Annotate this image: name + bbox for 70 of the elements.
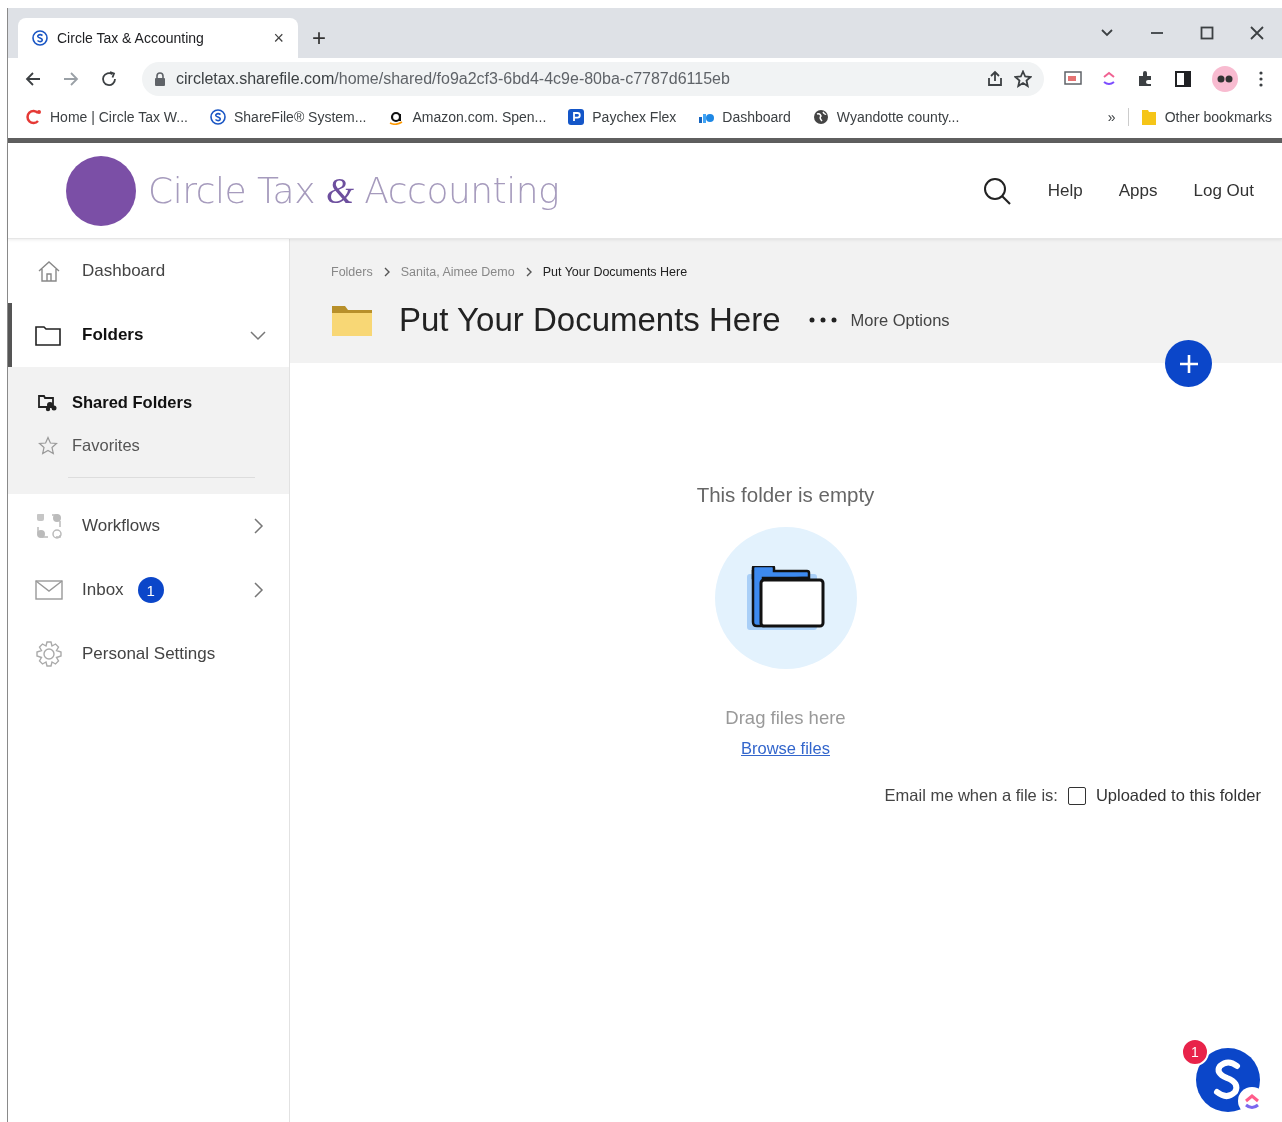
- notify-label: Email me when a file is:: [884, 786, 1058, 805]
- folder-icon: [35, 323, 63, 347]
- folder-icon: [746, 566, 825, 630]
- folder-title: Put Your Documents Here: [399, 301, 781, 339]
- bookmark-link[interactable]: ShareFile® System...: [209, 108, 367, 125]
- chevron-right-icon: [524, 267, 533, 277]
- browse-files-link[interactable]: Browse files: [741, 739, 830, 758]
- house-icon: [37, 259, 61, 283]
- sidebar-item[interactable]: Dashboard: [8, 239, 289, 303]
- checkbox[interactable]: [1067, 786, 1086, 805]
- address-bar[interactable]: circletax.sharefile.com/home/shared/fo9a2cf3-6bd4-4c9e-80ba-c7787d6115eb: [142, 62, 1044, 96]
- count-badge: 1: [137, 577, 164, 603]
- forward-arrow-icon[interactable]: [62, 70, 80, 88]
- share-icon[interactable]: [986, 70, 1004, 88]
- notification-badge: 1: [1181, 1038, 1209, 1066]
- bookmark-link[interactable]: Home | Circle Tax W...: [26, 108, 188, 125]
- plus-icon: [1178, 353, 1199, 374]
- extension-logo-icon[interactable]: [1102, 71, 1116, 87]
- more-options-button[interactable]: More Options: [808, 310, 950, 330]
- folder-icon: [1140, 107, 1157, 126]
- sidebar-subitem[interactable]: Shared Folders: [8, 381, 289, 424]
- profile-avatar-icon[interactable]: [1212, 66, 1238, 92]
- c-logo-icon: [26, 108, 42, 125]
- bookmark-link[interactable]: Paychex Flex: [568, 108, 677, 125]
- breadcrumb-current[interactable]: Put Your Documents Here: [542, 265, 688, 279]
- checkbox-label[interactable]: Uploaded to this folder: [1095, 786, 1261, 805]
- header-link[interactable]: Apps: [1118, 180, 1158, 201]
- chevron-right-icon: [382, 267, 391, 277]
- sidebar-item[interactable]: Inbox 1: [8, 558, 289, 622]
- search-icon[interactable]: [981, 175, 1012, 206]
- bookmarks-overflow-button[interactable]: »: [1107, 108, 1116, 125]
- sidebar-subitem[interactable]: Favorites: [8, 424, 289, 467]
- s-logo-icon: [209, 108, 226, 125]
- other-bookmarks-link[interactable]: Other bookmarks: [1140, 107, 1272, 126]
- header-link[interactable]: Help: [1047, 180, 1083, 201]
- shared-folder-icon: [38, 392, 58, 413]
- maximize-icon[interactable]: [1200, 26, 1214, 40]
- more-dots-icon: [808, 317, 837, 323]
- drag-hint: Drag files here: [725, 707, 846, 729]
- star-outline-icon[interactable]: [1014, 70, 1032, 88]
- sidebar-item[interactable]: Workflows: [8, 494, 289, 558]
- header-link[interactable]: Log Out: [1193, 180, 1254, 201]
- bookmark-link[interactable]: Wyandotte county...: [812, 108, 960, 125]
- globe-icon: [812, 108, 829, 125]
- gear-icon: [35, 640, 63, 668]
- empty-folder-message: This folder is empty: [696, 483, 875, 507]
- browser-tab[interactable]: Circle Tax & Accounting ×: [18, 18, 298, 58]
- back-arrow-icon[interactable]: [24, 70, 42, 88]
- more-menu-icon[interactable]: [1258, 70, 1264, 88]
- sidebar-item[interactable]: Personal Settings: [8, 622, 289, 686]
- url-text: circletax.sharefile.com/home/shared/fo9a2cf3-6bd4-4c9e-80ba-c7787d6115eb: [176, 70, 731, 88]
- workflow-icon: [36, 513, 62, 539]
- tab-title: Circle Tax & Accounting: [57, 30, 205, 46]
- envelope-icon: [35, 578, 63, 602]
- folder-icon: [331, 303, 373, 337]
- logo-circle-icon: [66, 155, 136, 226]
- star-icon: [38, 435, 58, 456]
- lock-icon: [154, 72, 166, 86]
- bookmark-link[interactable]: Dashboard: [698, 108, 791, 125]
- puzzle-icon[interactable]: [1136, 70, 1154, 88]
- bookmark-link[interactable]: Amazon.com. Spen...: [388, 108, 547, 125]
- new-tab-button[interactable]: +: [312, 24, 326, 52]
- p-logo-icon: [568, 108, 585, 125]
- reload-icon[interactable]: [100, 70, 118, 88]
- s-logo-icon: [32, 30, 48, 46]
- side-panel-icon[interactable]: [1174, 70, 1192, 88]
- close-icon[interactable]: [1250, 26, 1264, 40]
- tab-close-button[interactable]: ×: [269, 27, 288, 49]
- company-logo-text: Circle Tax & Accounting: [148, 169, 560, 212]
- cast-icon[interactable]: [1064, 71, 1082, 87]
